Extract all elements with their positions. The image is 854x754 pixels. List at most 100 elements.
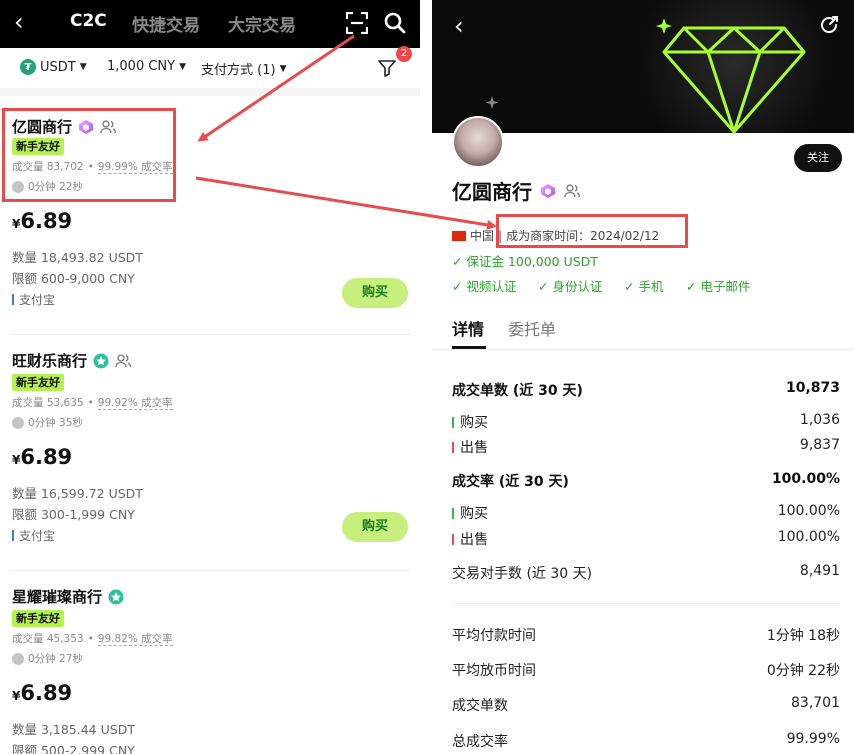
available-quantity: 数量 3,185.44 USDT bbox=[12, 722, 135, 737]
trade-volume: 成交量 45,353 bbox=[12, 633, 84, 645]
filter-icon[interactable] bbox=[378, 59, 396, 77]
order-limit: 限额 500-2,999 CNY bbox=[12, 743, 135, 754]
clock-icon bbox=[12, 416, 24, 429]
merchant-stats: 成交量 53,635 • 99.92% 成交率 bbox=[12, 397, 173, 410]
payment-label: 支付方式 (1) bbox=[201, 63, 276, 78]
buy-button[interactable]: 购买 bbox=[342, 278, 408, 308]
order-limit: 限额 600-9,000 CNY bbox=[12, 271, 135, 286]
coin-label: USDT bbox=[40, 59, 76, 75]
price-value: 6.89 bbox=[20, 445, 73, 469]
merchant-name[interactable]: 星耀璀璨商行 bbox=[12, 586, 102, 607]
merchant-stats: 成交量 45,353 • 99.82% 成交率 bbox=[12, 633, 173, 646]
stat-label: 成交单数 (近 30 天) bbox=[452, 383, 583, 399]
video-verification: ✓ 视频认证 bbox=[452, 279, 517, 294]
merchant-card[interactable]: 旺财乐商行 新手友好 成交量 53,635 • 99.92% 成交率 0分钟 35秒… bbox=[0, 336, 420, 572]
tab-orders[interactable]: 委托单 bbox=[508, 316, 556, 340]
stat-label-text: 购买 bbox=[460, 415, 488, 431]
stat-label: 成交率 (近 30 天) bbox=[452, 474, 569, 490]
stat-value: 1,036 bbox=[799, 412, 840, 428]
divider bbox=[452, 603, 840, 604]
caret-down-icon: ▼ bbox=[79, 62, 87, 72]
stat-value: 100.00% bbox=[777, 503, 840, 519]
stat-label: 总成交率 bbox=[452, 734, 508, 750]
completion-rate: 99.92% 成交率 bbox=[97, 397, 173, 410]
merchant-name: 亿圆商行 bbox=[452, 180, 532, 204]
payment-marker bbox=[12, 294, 14, 305]
back-icon[interactable]: ‹ bbox=[454, 12, 464, 40]
avatar[interactable] bbox=[452, 116, 504, 168]
price: ¥6.89 bbox=[12, 681, 72, 705]
users-icon bbox=[115, 353, 132, 367]
payment-selector[interactable]: 支付方式 (1) ▼ bbox=[201, 59, 286, 78]
stat-label-text: 出售 bbox=[460, 440, 488, 456]
price-value: 6.89 bbox=[20, 681, 73, 705]
merchant-name-row: 亿圆商行 bbox=[452, 176, 580, 205]
payment-method: 支付宝 bbox=[12, 527, 55, 544]
buy-marker bbox=[452, 507, 454, 519]
stat-value: 83,701 bbox=[791, 695, 840, 711]
newbie-friendly-tag: 新手友好 bbox=[12, 374, 64, 391]
tab-c2c[interactable]: C2C bbox=[70, 11, 107, 31]
stat-value: 10,873 bbox=[785, 380, 840, 396]
stat-label: 购买 bbox=[452, 503, 488, 523]
buy-button[interactable]: 购买 bbox=[342, 512, 408, 542]
share-icon[interactable] bbox=[818, 14, 840, 36]
buy-marker bbox=[452, 416, 454, 428]
back-icon[interactable]: ‹ bbox=[14, 8, 24, 36]
amount-selector[interactable]: 1,000 CNY ▼ bbox=[107, 59, 186, 74]
country-label: 中国 bbox=[470, 229, 495, 243]
tab-block-trade[interactable]: 大宗交易 bbox=[228, 11, 296, 36]
stat-label-text: 出售 bbox=[460, 532, 488, 548]
sell-marker bbox=[452, 441, 454, 453]
stat-label-text: 购买 bbox=[460, 506, 488, 522]
available-quantity: 数量 18,493.82 USDT bbox=[12, 250, 143, 265]
merchant-name[interactable]: 旺财乐商行 bbox=[12, 350, 87, 371]
trade-volume: 成交量 53,635 bbox=[12, 397, 84, 409]
profile-banner: ‹ bbox=[432, 0, 854, 133]
identity-verification: ✓ 身份认证 bbox=[538, 279, 603, 294]
payment-method-label: 支付宝 bbox=[19, 293, 56, 307]
email-verification: ✓ 电子邮件 bbox=[686, 279, 751, 294]
price-value: 6.89 bbox=[20, 209, 73, 233]
stat-value: 9,837 bbox=[799, 437, 840, 453]
scan-icon[interactable] bbox=[346, 12, 368, 34]
filter-bar: ₮ USDT ▼ 1,000 CNY ▼ 支付方式 (1) ▼ bbox=[0, 48, 420, 88]
stat-label: 交易对手数 (近 30 天) bbox=[452, 566, 593, 582]
clock-icon bbox=[12, 652, 24, 665]
caret-down-icon: ▼ bbox=[279, 63, 287, 74]
china-flag-icon bbox=[452, 230, 466, 241]
stat-value: 1分钟 18秒 bbox=[766, 628, 840, 644]
price: ¥6.89 bbox=[12, 445, 72, 469]
c2c-market-panel: ‹ C2C 快捷交易 大宗交易 ₮ USDT ▼ 1,000 CNY ▼ 支付方… bbox=[0, 0, 420, 754]
highlight-box bbox=[2, 108, 176, 202]
diamond-merchant-icon bbox=[541, 183, 555, 198]
stat-label: 购买 bbox=[452, 412, 488, 432]
search-icon[interactable] bbox=[383, 11, 407, 35]
merchant-card[interactable]: 星耀璀璨商行 新手友好 成交量 45,353 • 99.82% 成交率 0分钟 27… bbox=[0, 572, 420, 754]
verified-merchant-icon bbox=[93, 353, 109, 368]
payment-method-label: 支付宝 bbox=[19, 529, 56, 543]
stat-label: 出售 bbox=[452, 437, 488, 457]
amount-label: 1,000 CNY bbox=[107, 59, 176, 74]
merchant-name-row: 星耀璀璨商行 bbox=[12, 586, 124, 607]
newbie-friendly-tag: 新手友好 bbox=[12, 610, 64, 627]
stat-label: 成交单数 bbox=[452, 698, 508, 714]
payment-marker bbox=[12, 530, 14, 541]
top-nav-bar: ‹ C2C 快捷交易 大宗交易 bbox=[0, 0, 420, 48]
stat-label: 平均付款时间 bbox=[452, 628, 536, 644]
available-quantity: 数量 16,599.72 USDT bbox=[12, 486, 143, 501]
tab-quick-trade[interactable]: 快捷交易 bbox=[132, 11, 200, 36]
stat-value: 100.00% bbox=[777, 529, 840, 545]
stat-label: 出售 bbox=[452, 529, 488, 549]
merchant-name-row: 旺财乐商行 bbox=[12, 350, 132, 371]
follow-button[interactable]: 关注 bbox=[794, 144, 842, 172]
release-time: 0分钟 35秒 bbox=[12, 415, 83, 430]
filter-count-badge: 2 bbox=[396, 46, 412, 62]
divider bbox=[10, 334, 410, 335]
coin-selector[interactable]: ₮ USDT ▼ bbox=[20, 59, 87, 75]
stat-value: 99.99% bbox=[786, 731, 840, 747]
tab-details[interactable]: 详情 bbox=[452, 316, 484, 340]
highlight-box bbox=[496, 214, 688, 248]
phone-verification: ✓ 手机 bbox=[624, 279, 664, 294]
diamond-banner-art bbox=[485, 0, 834, 133]
